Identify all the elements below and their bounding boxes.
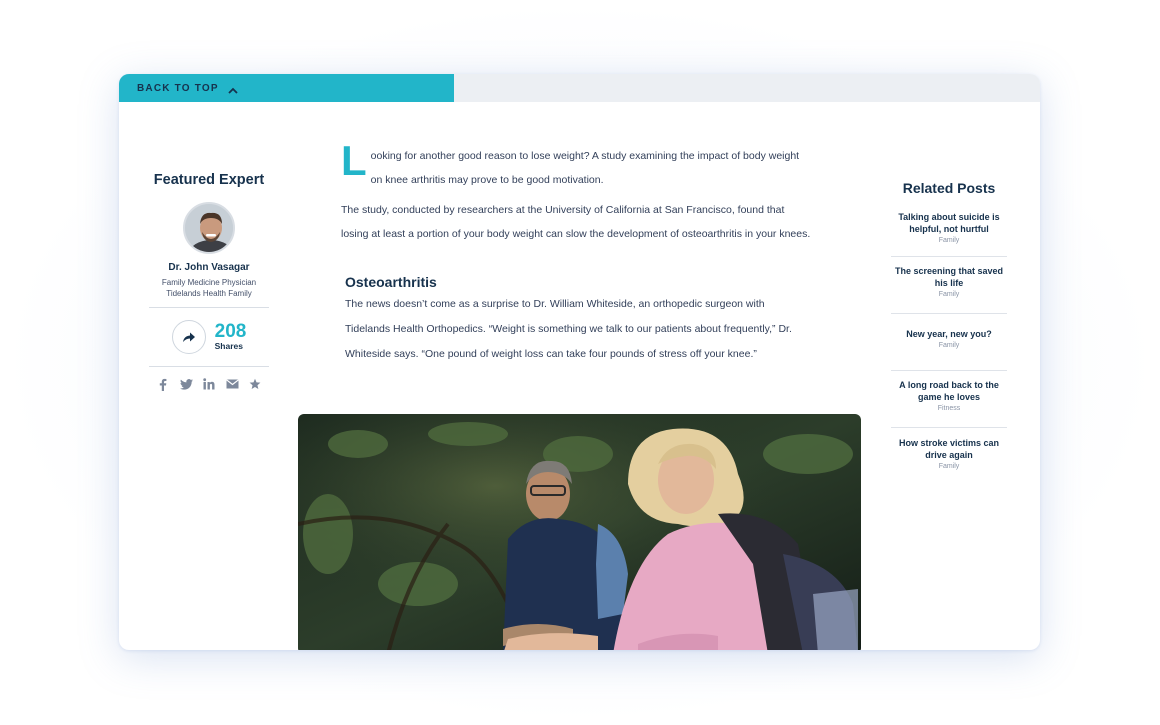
related-post-category: Family: [938, 291, 960, 298]
share-count-label: Shares: [214, 341, 243, 351]
back-to-top-button[interactable]: BACK TO TOP: [119, 74, 454, 102]
drop-cap: L: [341, 137, 367, 184]
facebook-icon[interactable]: [156, 377, 170, 391]
section-heading: Osteoarthritis: [345, 274, 437, 290]
featured-expert-title: Featured Expert: [153, 172, 265, 188]
share-arrow-icon: [182, 332, 195, 342]
article-intro-text: ooking for another good reason to lose w…: [370, 150, 800, 186]
email-icon[interactable]: [225, 377, 239, 391]
divider: [149, 307, 269, 308]
article-body: Looking for another good reason to lose …: [341, 137, 811, 367]
related-post-item[interactable]: A long road back to the game he loves Fi…: [891, 371, 1007, 428]
related-post-category: Fitness: [937, 405, 961, 412]
expert-name[interactable]: Dr. John Vasagar: [149, 262, 269, 273]
share-button[interactable]: [171, 320, 206, 354]
related-post-item[interactable]: New year, new you? Family: [891, 314, 1007, 371]
twitter-icon[interactable]: [179, 377, 193, 391]
expert-specialty: Family Medicine Physician: [161, 278, 257, 287]
related-post-title[interactable]: Talking about suicide is helpful, not hu…: [891, 211, 1007, 235]
page-background: BACK TO TOP Featured Expert Dr. John Vas…: [0, 0, 1160, 725]
article-paragraph: The study, conducted by researchers at t…: [341, 204, 811, 240]
related-posts-panel: Related Posts Talking about suicide is h…: [891, 180, 1007, 485]
avatar[interactable]: [183, 202, 235, 254]
related-post-category: Family: [938, 462, 960, 470]
related-posts-list: Talking about suicide is helpful, not hu…: [891, 209, 1007, 485]
related-post-title[interactable]: How stroke victims can drive again: [891, 437, 1007, 461]
expert-organization: Tidelands Health Family: [166, 289, 252, 298]
related-post-item[interactable]: Talking about suicide is helpful, not hu…: [891, 209, 1007, 257]
related-posts-title: Related Posts: [902, 180, 996, 196]
related-post-category: Family: [938, 342, 960, 349]
related-post-item[interactable]: How stroke victims can drive again Famil…: [891, 428, 1007, 485]
expert-role: Family Medicine Physician Tidelands Heal…: [149, 277, 269, 299]
related-post-title[interactable]: A long road back to the game he loves: [891, 379, 1007, 403]
article-paragraph: The news doesn’t come as a surprise to D…: [345, 298, 792, 360]
article-intro: Looking for another good reason to lose …: [341, 137, 811, 192]
share-count-number: 208: [214, 321, 247, 342]
share-row: 208 Shares: [149, 320, 269, 354]
related-post-item[interactable]: The screening that saved his life Family: [891, 257, 1007, 314]
related-post-title[interactable]: New year, new you?: [891, 328, 1007, 340]
article-card: BACK TO TOP Featured Expert Dr. John Vas…: [119, 74, 1040, 650]
back-to-top-label: BACK TO TOP: [137, 82, 219, 94]
chevron-up-icon: [227, 83, 239, 94]
social-links: [149, 377, 269, 391]
share-count: 208 Shares: [214, 321, 247, 351]
linkedin-icon[interactable]: [202, 377, 216, 391]
related-post-category: Family: [938, 237, 960, 244]
article-hero-image: [298, 414, 861, 650]
star-icon[interactable]: [248, 377, 262, 391]
related-post-title[interactable]: The screening that saved his life: [891, 265, 1007, 289]
featured-expert-panel: Featured Expert Dr. John Vasagar Family …: [149, 172, 269, 391]
divider: [149, 366, 269, 367]
